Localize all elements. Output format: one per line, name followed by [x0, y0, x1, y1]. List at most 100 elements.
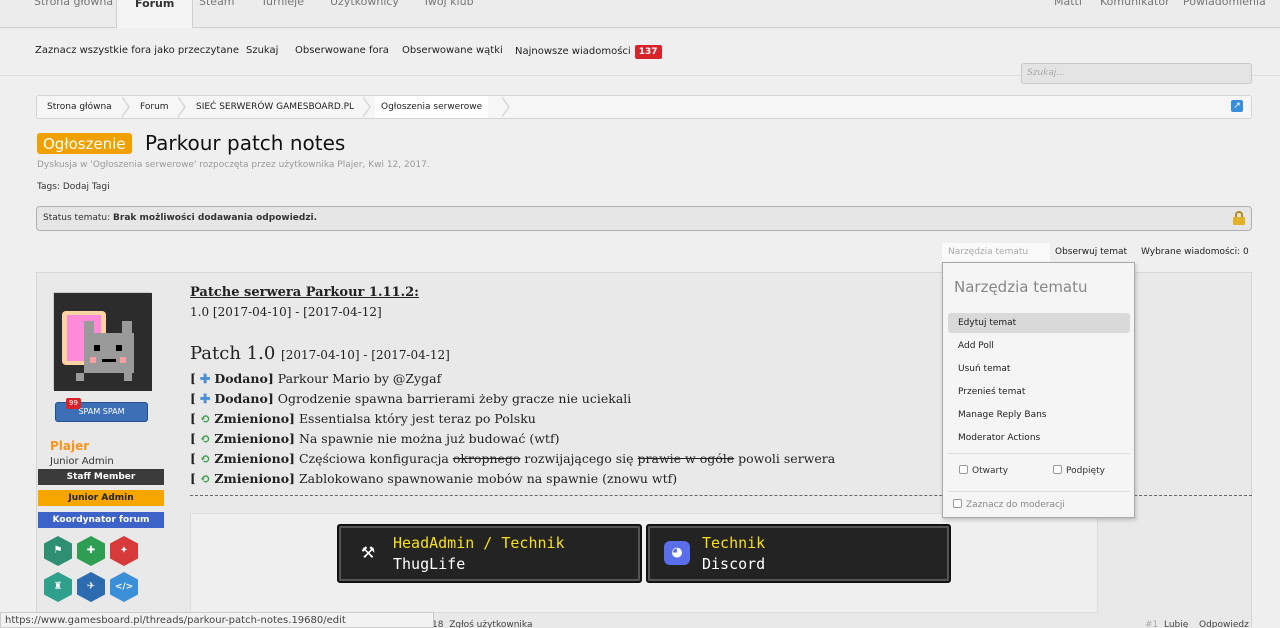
- thread-status-bar: Status tematu: Brak możliwości dodawania…: [36, 206, 1252, 231]
- sticky-checkbox[interactable]: Podpięty: [1053, 465, 1105, 476]
- change-text-c: powoli serwera: [738, 451, 836, 466]
- change-tag: Zmieniono: [214, 411, 290, 426]
- changelog-line: [ ⟲ Zmieniono] Na spawnie nie można już …: [190, 431, 560, 446]
- signature-button-headadmin[interactable]: ⚒ HeadAdmin / Technik ThugLife: [337, 524, 642, 583]
- breadcrumb: Strona główna Forum SIEĆ SERWERÓW GAMESB…: [36, 95, 1252, 119]
- moderation-checkbox-label: Zaznacz do moderacji: [966, 500, 1065, 510]
- patch-title-text: Patch 1.0: [190, 343, 276, 364]
- sticky-checkbox-label: Podpięty: [1066, 466, 1105, 476]
- change-text: Na spawnie nie można już budować (wtf): [298, 431, 560, 446]
- selected-messages-link[interactable]: Wybrane wiadomości: 0: [1141, 247, 1249, 257]
- like-link[interactable]: Lubię: [1164, 620, 1188, 628]
- crumb-separator: [177, 96, 190, 118]
- refresh-icon: ⟲: [199, 451, 211, 466]
- crumb-announcements[interactable]: Ogłoszenia serwerowe: [375, 96, 489, 118]
- menu-item-delete-thread[interactable]: Usuń temat: [948, 359, 1130, 379]
- status-value: Brak możliwości dodawania odpowiedzi.: [113, 213, 318, 223]
- messenger-link[interactable]: Komunikator: [1100, 0, 1170, 8]
- tags-label: Tags:: [37, 182, 60, 192]
- mark-read-link[interactable]: Zaznacz wszystkie fora jako przeczytane: [35, 45, 239, 56]
- search-link[interactable]: Szukaj: [246, 45, 278, 56]
- spam-label: SPAM SPAM: [78, 407, 125, 416]
- changelog-line: [ ✚ Dodano] Parkour Mario by @Zygaf: [190, 371, 442, 386]
- crumb-separator: [121, 96, 134, 118]
- plus-icon: ✚: [199, 371, 211, 386]
- open-checkbox[interactable]: Otwarty: [959, 465, 1008, 476]
- new-posts-count: 137: [634, 45, 662, 59]
- changelog-line: [ ⟲ Zmieniono] Zablokowano spawnowanie m…: [190, 471, 678, 486]
- lock-icon: [1233, 211, 1245, 225]
- crumb-separator: [501, 96, 514, 118]
- checkbox-icon: [953, 499, 962, 508]
- change-tag: Dodano: [214, 371, 268, 386]
- crumb-home[interactable]: Strona główna: [47, 96, 112, 118]
- menu-item-moderator-actions[interactable]: Moderator Actions: [948, 428, 1130, 448]
- signature-box: [190, 513, 1098, 613]
- wrench-icon: ⚒: [360, 543, 376, 562]
- menu-item-reply-bans[interactable]: Manage Reply Bans: [948, 405, 1130, 425]
- tab-users[interactable]: Użytkownicy: [330, 0, 399, 8]
- follow-thread-link[interactable]: Obserwuj temat: [1055, 247, 1127, 257]
- report-label: Zgłoś użytkownika: [449, 620, 533, 628]
- tab-home[interactable]: Strona główna: [34, 0, 113, 8]
- menu-separator: [948, 453, 1130, 454]
- tab-tournaments[interactable]: Turnieje: [261, 0, 304, 8]
- signature-button-discord[interactable]: ◕ Technik Discord: [646, 524, 951, 583]
- watched-forums-link[interactable]: Obserwowane fora: [295, 45, 389, 56]
- thread-prefix[interactable]: Ogłoszenie: [37, 133, 132, 154]
- post-number[interactable]: #1: [1145, 620, 1158, 628]
- nyan-cat-avatar-image: [54, 293, 152, 391]
- banner-junior-admin: Junior Admin: [38, 490, 164, 506]
- change-text: Essentialsa który jest teraz po Polsku: [298, 411, 536, 426]
- avatar[interactable]: [53, 292, 152, 391]
- changelog-line: [ ⟲ Zmieniono] Essentialsa który jest te…: [190, 411, 536, 426]
- spam-count: 99: [66, 398, 81, 409]
- checkbox-icon: [959, 465, 968, 474]
- post-heading: Patche serwera Parkour 1.11.2:: [190, 285, 419, 300]
- menu-separator: [948, 491, 1130, 492]
- report-link[interactable]: 18 Zgłoś użytkownika: [432, 620, 533, 628]
- banner-coordinator: Koordynator forum: [38, 512, 164, 528]
- author-title: Junior Admin: [50, 456, 114, 467]
- checkbox-icon: [1053, 465, 1062, 474]
- watched-threads-link[interactable]: Obserwowane wątki: [402, 45, 503, 56]
- change-text: Parkour Mario by @Zygaf: [277, 371, 442, 386]
- add-tags-link[interactable]: Dodaj Tagi: [63, 182, 110, 192]
- thread-tools-button[interactable]: Narzędzia tematu: [942, 243, 1050, 263]
- menu-item-move-thread[interactable]: Przenieś temat: [948, 382, 1130, 402]
- refresh-icon: ⟲: [199, 431, 211, 446]
- crumb-forum[interactable]: Forum: [140, 96, 169, 118]
- tab-your-club[interactable]: Twój klub: [423, 0, 474, 8]
- tab-steam[interactable]: Steam: [199, 0, 235, 8]
- author-username[interactable]: Plajer: [50, 439, 89, 453]
- open-checkbox-label: Otwarty: [972, 466, 1009, 476]
- post-version-range: 1.0 [2017-04-10] - [2017-04-12]: [190, 305, 382, 319]
- change-tag: Zmieniono: [214, 471, 290, 486]
- plus-icon: ✚: [199, 391, 211, 406]
- reply-link[interactable]: Odpowiedz: [1199, 620, 1249, 628]
- thread-description: Dyskusja w 'Ogłoszenia serwerowe' rozpoc…: [37, 160, 430, 170]
- menu-item-add-poll[interactable]: Add Poll: [948, 336, 1130, 356]
- changelog-line: [ ⟲ Zmieniono] Częściowa konfiguracja ok…: [190, 451, 836, 466]
- spam-badge[interactable]: 99 SPAM SPAM: [55, 398, 148, 422]
- thread-tools-menu: Narzędzia tematu Edytuj temat Add Poll U…: [942, 262, 1135, 518]
- account-link[interactable]: Matti: [1054, 0, 1082, 8]
- banner-staff: Staff Member: [38, 469, 164, 485]
- search-input[interactable]: Szukaj...: [1021, 63, 1252, 84]
- new-posts-link[interactable]: Najnowsze wiadomości 137: [515, 45, 662, 59]
- sig-name: Discord: [702, 555, 766, 573]
- discord-icon: ◕: [664, 541, 690, 565]
- change-tag: Dodano: [214, 391, 268, 406]
- moderation-checkbox[interactable]: Zaznacz do moderacji: [953, 499, 1065, 510]
- change-text-b: rozwijającego się: [524, 451, 634, 466]
- tab-forum[interactable]: Forum: [116, 0, 194, 29]
- change-tag: Zmieniono: [214, 451, 290, 466]
- new-posts-label: Najnowsze wiadomości: [515, 46, 631, 57]
- sig-role: HeadAdmin / Technik: [393, 534, 565, 552]
- refresh-icon: ⟲: [199, 471, 211, 486]
- notifications-link[interactable]: Powiadomienia: [1183, 0, 1266, 8]
- sig-name: ThugLife: [393, 555, 466, 573]
- jump-to-icon[interactable]: ↗: [1231, 100, 1243, 112]
- crumb-network[interactable]: SIEĆ SERWERÓW GAMESBOARD.PL: [196, 96, 354, 118]
- menu-item-edit-thread[interactable]: Edytuj temat: [948, 313, 1130, 333]
